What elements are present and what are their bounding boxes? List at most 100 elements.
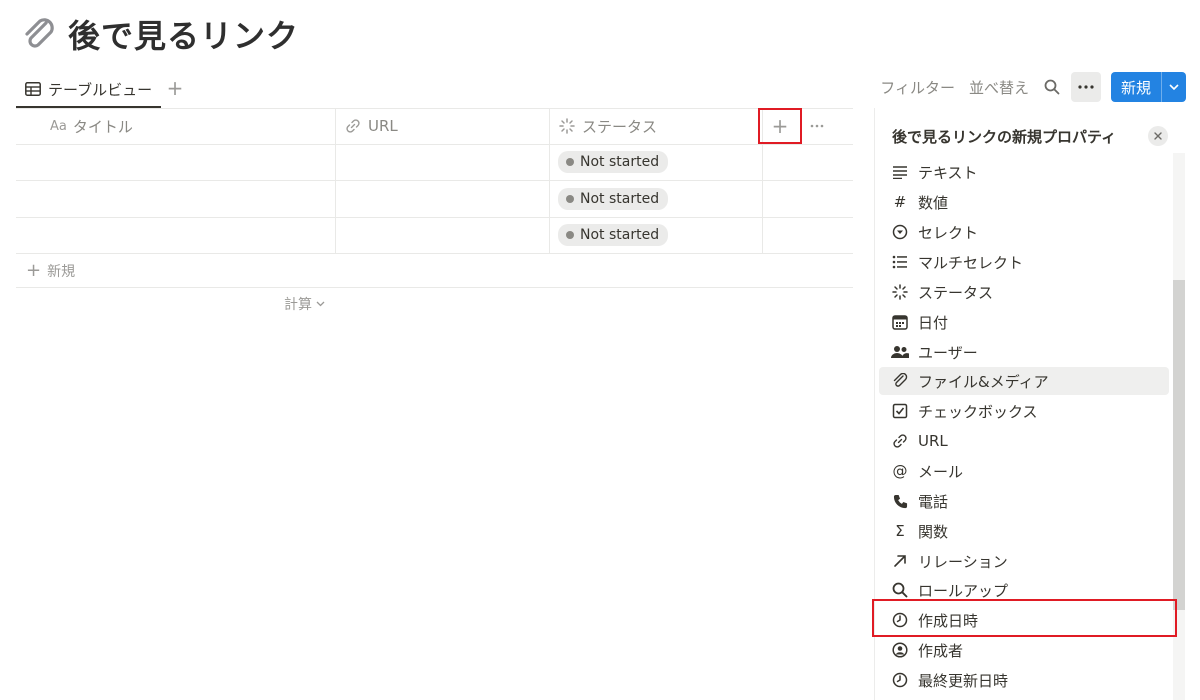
url-cell[interactable] (336, 144, 550, 180)
table-icon (24, 80, 42, 98)
status-cell[interactable]: Not started (550, 217, 763, 253)
new-property-panel: 後で見るリンクの新規プロパティ テキスト # 数値 セレクト マルチセレクト ス… (872, 108, 1200, 700)
property-type-label: マルチセレクト (918, 253, 1024, 272)
property-type-label: URL (918, 432, 948, 450)
link-icon (891, 432, 909, 450)
property-type-phone[interactable]: 電話 (879, 487, 1169, 515)
property-type-relation[interactable]: リレーション (879, 547, 1169, 575)
column-header-url[interactable]: URL (336, 109, 550, 144)
property-type-select[interactable]: セレクト (879, 218, 1169, 246)
add-property-button[interactable]: + (758, 108, 802, 144)
property-type-label: セレクト (918, 223, 979, 242)
property-type-label: 関数 (918, 522, 949, 541)
tab-table-view[interactable]: テーブルビュー (16, 72, 161, 108)
status-cell[interactable]: Not started (550, 144, 763, 180)
status-badge: Not started (558, 224, 669, 247)
close-icon[interactable] (1148, 126, 1168, 146)
add-row-label: 新規 (47, 263, 76, 280)
panel-title: 後で見るリンクの新規プロパティ (892, 128, 1117, 146)
title-cell[interactable] (16, 181, 336, 217)
table-row[interactable]: Not started (16, 144, 853, 181)
add-view-button[interactable]: + (164, 76, 186, 100)
property-type-last-edited-time[interactable]: 最終更新日時 (879, 666, 1169, 694)
property-type-number[interactable]: # 数値 (879, 188, 1169, 216)
row-spacer (763, 181, 853, 217)
property-type-email[interactable]: @ メール (879, 457, 1169, 485)
table-row[interactable]: Not started (16, 217, 853, 254)
property-type-checkbox[interactable]: チェックボックス (879, 397, 1169, 425)
property-type-text[interactable]: テキスト (879, 158, 1169, 186)
status-cell[interactable]: Not started (550, 181, 763, 217)
paperclip-icon (891, 372, 909, 390)
property-type-files[interactable]: ファイル&メディア (879, 367, 1169, 395)
sort-button[interactable]: 並べ替え (969, 77, 1029, 98)
property-type-label: 数値 (918, 193, 949, 212)
plus-icon: + (26, 260, 42, 281)
more-options-button[interactable] (1070, 72, 1101, 102)
property-type-label: 日付 (918, 313, 949, 332)
multiselect-icon (891, 253, 909, 271)
search-icon[interactable] (1041, 76, 1063, 98)
view-bar: テーブルビュー + フィルター 並べ替え 新規 (16, 72, 1186, 108)
row-spacer (763, 145, 853, 181)
property-type-label: 最終更新日時 (918, 671, 1009, 690)
number-icon: # (893, 193, 907, 211)
property-type-label: 電話 (918, 492, 949, 511)
title-cell[interactable] (16, 144, 336, 180)
scrollbar-thumb[interactable] (1173, 280, 1185, 610)
status-label: Not started (580, 190, 660, 207)
calendar-icon (891, 313, 909, 331)
property-type-date[interactable]: 日付 (879, 308, 1169, 336)
status-badge: Not started (558, 151, 669, 174)
table-row[interactable]: Not started (16, 181, 853, 218)
url-cell[interactable] (336, 181, 550, 217)
property-type-label: 作成者 (918, 641, 964, 660)
column-label: URL (368, 117, 398, 136)
chevron-down-icon (316, 301, 325, 307)
column-label: ステータス (582, 117, 658, 136)
arrow-icon (891, 552, 909, 570)
status-dot (566, 231, 574, 240)
url-cell[interactable] (336, 217, 550, 253)
property-type-multiselect[interactable]: マルチセレクト (879, 248, 1169, 276)
property-type-status[interactable]: ステータス (879, 278, 1169, 306)
row-spacer (763, 218, 853, 254)
property-type-label: ファイル&メディア (918, 372, 1049, 391)
filter-button[interactable]: フィルター (880, 77, 955, 98)
checkbox-icon (891, 402, 909, 420)
property-type-person[interactable]: ユーザー (879, 338, 1169, 366)
link-icon (344, 117, 362, 135)
calculate-button[interactable]: 計算 (284, 294, 325, 314)
add-row-button[interactable]: + 新規 (16, 254, 853, 288)
status-dot (566, 158, 574, 167)
column-header-title[interactable]: Aa タイトル (16, 109, 336, 144)
user-circle-icon (891, 641, 909, 659)
status-badge: Not started (558, 187, 669, 210)
property-type-created-by[interactable]: 作成者 (879, 636, 1169, 664)
property-type-label: ステータス (918, 283, 994, 302)
tab-label: テーブルビュー (48, 80, 153, 99)
paperclip-icon[interactable] (18, 13, 60, 55)
page-header: 後で見るリンク (18, 10, 299, 58)
status-dot (566, 194, 574, 203)
property-type-label: テキスト (918, 163, 978, 182)
column-header-status[interactable]: ステータス (550, 109, 763, 144)
property-type-formula[interactable]: Σ 関数 (879, 517, 1169, 545)
at-icon: @ (892, 462, 908, 480)
new-button-label[interactable]: 新規 (1111, 72, 1162, 102)
chevron-down-icon[interactable] (1162, 72, 1186, 102)
property-type-label: チェックボックス (918, 402, 1038, 421)
title-prefix: Aa (50, 118, 67, 134)
text-icon (891, 163, 909, 181)
property-type-url[interactable]: URL (879, 427, 1169, 455)
page-title[interactable]: 後で見るリンク (68, 11, 299, 57)
new-button[interactable]: 新規 (1110, 72, 1186, 102)
phone-icon (891, 492, 909, 510)
title-cell[interactable] (16, 217, 336, 253)
search-icon (891, 581, 909, 599)
people-icon (891, 343, 909, 361)
column-label: タイトル (72, 117, 133, 136)
status-icon (558, 117, 576, 135)
property-type-label: メール (918, 462, 964, 481)
more-horizontal-icon[interactable] (806, 116, 828, 136)
